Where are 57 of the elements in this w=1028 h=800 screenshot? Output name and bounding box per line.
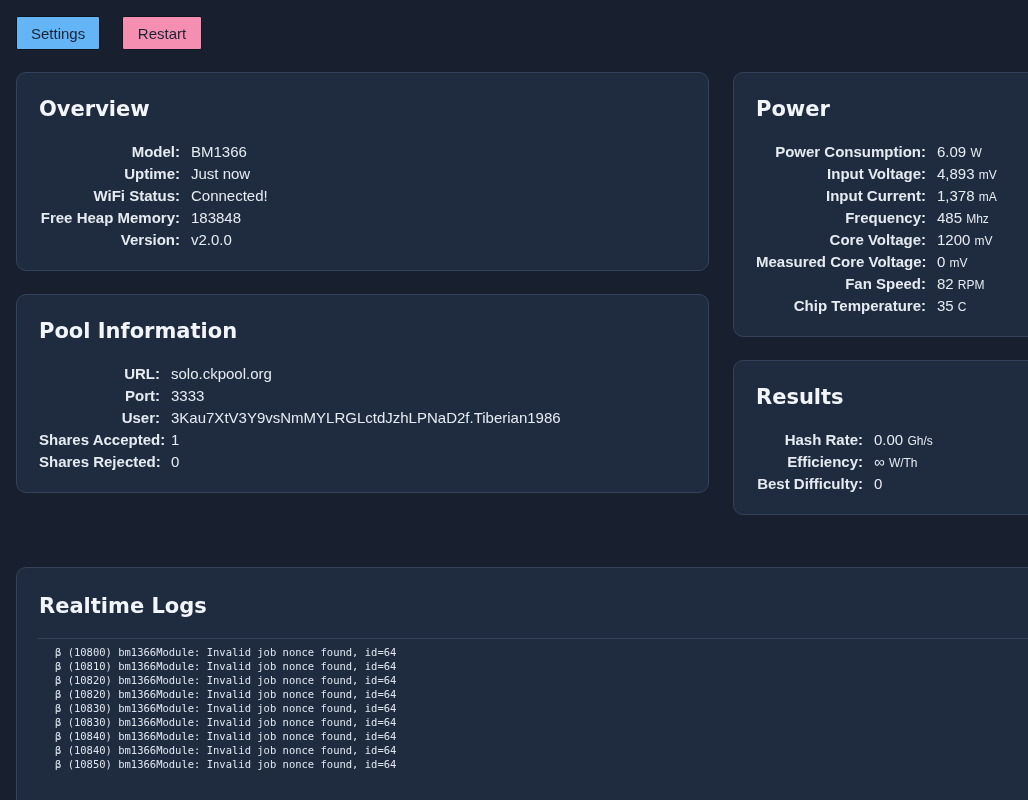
field-label: URL: (123, 365, 160, 382)
field-value: 35 C (937, 297, 968, 314)
field-value: Connected! (191, 187, 269, 204)
field-label: Uptime: (123, 165, 180, 182)
card-title: Overview (39, 97, 151, 121)
settings-button[interactable]: Settings (16, 16, 100, 50)
field-value: 1 (171, 431, 181, 448)
field-label: Efficiency: (786, 453, 863, 470)
log-line: β (10840) bm1366Module: Invalid job nonce found, id=64 (55, 729, 398, 743)
log-line: β (10820) bm1366Module: Invalid job nonce found, id=64 (55, 687, 398, 701)
field-label: Version: (119, 231, 180, 248)
log-line: β (10850) bm1366Module: Invalid job nonce found, id=64 (55, 757, 398, 771)
field-label: Best Difficulty: (756, 475, 863, 492)
field-value: ∞ W/Th (874, 453, 919, 470)
field-label: Power Consumption: (774, 143, 926, 160)
log-line: β (10820) bm1366Module: Invalid job nonce found, id=64 (55, 673, 398, 687)
field-label: Chip Temperature: (792, 297, 926, 314)
field-label: Input Current: (825, 187, 926, 204)
log-line: β (10840) bm1366Module: Invalid job nonce found, id=64 (55, 743, 398, 757)
field-label: Port: (124, 387, 160, 404)
card-title: Pool Information (39, 319, 239, 343)
field-label: WiFi Status: (92, 187, 180, 204)
field-value: 0 (171, 453, 181, 470)
field-label: Measured Core Voltage: (756, 253, 926, 270)
field-label: Free Heap Memory: (39, 209, 180, 226)
log-line: β (10800) bm1366Module: Invalid job nonce found, id=64 (55, 645, 398, 659)
field-value: 3Kau7XtV3Y9vsNmMYLRGLctdJzhLPNaD2f.Tiberian1986 (171, 409, 562, 426)
field-value: solo.ckpool.org (171, 365, 273, 382)
field-label: Shares Rejected: (39, 453, 160, 470)
field-value: 485 Mhz (937, 209, 990, 226)
card-title: Realtime Logs (38, 593, 208, 620)
restart-button[interactable]: Restart (122, 16, 202, 50)
field-value: 82 RPM (937, 275, 986, 292)
field-label: Input Voltage: (826, 165, 926, 182)
field-label: Model: (130, 143, 180, 160)
log-line: β (10810) bm1366Module: Invalid job nonce found, id=64 (55, 659, 398, 673)
field-label: Fan Speed: (844, 275, 926, 292)
field-value: 0 mV (937, 253, 969, 270)
field-value: 1,378 mA (937, 187, 998, 204)
card-title: Results (756, 385, 845, 409)
card-title: Power (756, 97, 831, 121)
field-label: Hash Rate: (783, 431, 863, 448)
field-value: BM1366 (191, 143, 248, 160)
field-value: 0.00 Gh/s (874, 431, 934, 448)
field-value: 1200 mV (937, 231, 994, 248)
field-value: 183848 (191, 209, 243, 226)
field-value: 3333 (171, 387, 206, 404)
log-line: β (10830) bm1366Module: Invalid job nonce found, id=64 (55, 715, 398, 729)
field-value: 0 (874, 475, 884, 492)
field-value: Just now (191, 165, 252, 182)
field-label: Frequency: (844, 209, 926, 226)
log-line: β (10830) bm1366Module: Invalid job nonce found, id=64 (55, 701, 398, 715)
field-value: v2.0.0 (191, 231, 233, 248)
field-label: Core Voltage: (828, 231, 926, 248)
field-value: 4,893 mV (937, 165, 998, 182)
field-value: 6.09 W (937, 143, 983, 160)
field-label: User: (120, 409, 160, 426)
